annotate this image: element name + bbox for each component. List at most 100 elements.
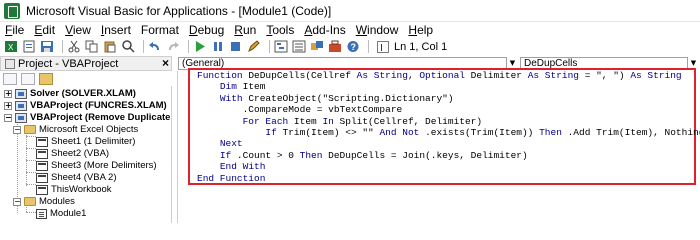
tree-node-label: Module1 xyxy=(50,208,87,219)
design-mode-icon[interactable] xyxy=(247,40,261,53)
tree-node[interactable]: Sheet3 (More Delimiters) xyxy=(36,160,157,171)
tree-node[interactable]: Module1 xyxy=(36,208,86,219)
tree-guide xyxy=(26,160,36,161)
tree-node[interactable]: Sheet2 (VBA) xyxy=(36,148,109,159)
tree-guide xyxy=(26,148,36,149)
code-line: Dim Item xyxy=(197,81,697,92)
break-icon[interactable] xyxy=(211,40,225,53)
tree-node-label: Modules xyxy=(39,196,75,207)
project-tree: + Solver (SOLVER.XLAM) + VBAProject (FUNCRE… xyxy=(0,86,172,223)
code-token: .Add Trim(Item), Nothing xyxy=(567,126,700,138)
menu-accelerator: W xyxy=(355,23,368,37)
menu-item-window[interactable]: Window xyxy=(351,23,404,37)
properties-icon[interactable] xyxy=(292,40,306,53)
tree-node[interactable]: Sheet1 (1 Delimiter) xyxy=(36,136,135,147)
menu-label: elp xyxy=(417,23,434,37)
code-keyword: As String xyxy=(356,70,408,81)
project-explorer-title: Project - VBAProject xyxy=(18,57,119,70)
menu-item-insert[interactable]: Insert xyxy=(96,23,136,37)
folder-icon xyxy=(24,125,36,134)
menu-item-file[interactable]: File xyxy=(0,23,29,37)
tree-node[interactable]: − Microsoft Excel Objects xyxy=(13,124,138,135)
sheet-icon xyxy=(36,148,48,159)
code-line: With CreateObject("Scripting.Dictionary"… xyxy=(197,93,697,104)
menu-item-help[interactable]: Help xyxy=(403,23,438,37)
tree-node[interactable]: − VBAProject (Remove Duplicate.xlsm) xyxy=(4,112,171,123)
code-keyword: As String xyxy=(630,70,682,81)
tree-node[interactable]: − Modules xyxy=(13,196,75,207)
menu-label: ile xyxy=(12,23,25,37)
code-line: For Each Item In Split(Cellref, Delimite… xyxy=(197,116,697,127)
collapse-icon[interactable]: − xyxy=(13,197,21,206)
menu-label: dit xyxy=(42,23,56,37)
project-explorer-icon[interactable] xyxy=(274,40,288,53)
project-window-icon xyxy=(5,58,15,69)
menu-label: indow xyxy=(367,23,399,37)
close-project-explorer-button[interactable]: × xyxy=(162,56,172,71)
code-keyword: If xyxy=(219,149,237,161)
workbook-icon xyxy=(36,184,48,195)
save-icon[interactable] xyxy=(40,40,54,53)
menu-item-add-ins[interactable]: Add-Ins xyxy=(299,23,350,37)
code-line: Function DeDupCells(Cellref As String, O… xyxy=(197,70,697,81)
menu-accelerator: R xyxy=(234,23,243,37)
menu-item-debug[interactable]: Debug xyxy=(184,23,229,37)
tree-guide xyxy=(26,212,36,213)
menu-label: Format xyxy=(140,23,179,37)
find-icon[interactable] xyxy=(121,40,135,53)
redo-icon[interactable] xyxy=(166,40,180,53)
menu-label: dd-Ins xyxy=(312,23,346,37)
menu-item-edit[interactable]: Edit xyxy=(29,23,60,37)
paste-icon[interactable] xyxy=(103,40,117,53)
sheet-icon xyxy=(36,136,48,147)
tree-node[interactable]: + Solver (SOLVER.XLAM) xyxy=(4,88,136,99)
view-code-icon[interactable] xyxy=(3,73,17,85)
menu-item-run[interactable]: Run xyxy=(229,23,261,37)
code-token: Item xyxy=(242,81,266,93)
menu-item-view[interactable]: View xyxy=(60,23,96,37)
insert-module-icon[interactable] xyxy=(22,40,36,53)
tree-node[interactable]: ThisWorkbook xyxy=(36,184,112,195)
collapse-icon[interactable]: − xyxy=(13,125,21,134)
object-browser-icon[interactable] xyxy=(310,40,324,53)
expand-icon[interactable]: + xyxy=(4,101,12,110)
expand-icon[interactable]: + xyxy=(4,89,12,98)
tree-node-label: ThisWorkbook xyxy=(51,184,112,195)
toolbox-icon[interactable] xyxy=(328,40,342,53)
code-token: = ", ") xyxy=(579,70,631,81)
tree-node-label: VBAProject (FUNCRES.XLAM) xyxy=(30,100,167,111)
menu-item-format[interactable]: Format xyxy=(136,23,184,37)
code-keyword: If xyxy=(265,126,283,138)
svg-text:?: ? xyxy=(351,42,357,52)
code-keyword: Then xyxy=(539,126,568,138)
vbproject-icon xyxy=(15,88,27,99)
collapse-icon[interactable]: − xyxy=(4,113,12,122)
code-text[interactable]: Function DeDupCells(Cellref As String, O… xyxy=(197,70,700,184)
tree-guide xyxy=(26,172,36,173)
toggle-folders-icon[interactable] xyxy=(39,73,53,85)
copy-icon[interactable] xyxy=(85,40,99,53)
undo-icon[interactable] xyxy=(148,40,162,53)
sheet-icon xyxy=(36,172,48,183)
sheet-icon xyxy=(36,160,48,171)
title-bar: Microsoft Visual Basic for Applications … xyxy=(0,0,700,22)
run-icon[interactable] xyxy=(193,40,207,53)
code-token: DeDupCells = Join(.keys, Delimiter) xyxy=(328,149,528,161)
tree-node[interactable]: + VBAProject (FUNCRES.XLAM) xyxy=(4,100,167,111)
reset-icon[interactable] xyxy=(229,40,243,53)
code-token: Delimiter xyxy=(470,70,528,81)
code-line: Next xyxy=(197,138,697,149)
view-object-icon[interactable] xyxy=(21,73,35,85)
code-keyword: As String xyxy=(527,70,579,81)
help-icon[interactable]: ? xyxy=(346,40,360,53)
code-line: If .Count > 0 Then DeDupCells = Join(.ke… xyxy=(197,150,697,161)
cut-icon[interactable] xyxy=(67,40,81,53)
tree-node-label: Sheet2 (VBA) xyxy=(51,148,110,159)
excel-view-icon[interactable]: X xyxy=(4,40,18,53)
tree-node[interactable]: Sheet4 (VBA 2) xyxy=(36,172,116,183)
tree-guide xyxy=(26,131,27,186)
cursor-position-label: Ln 1, Col 1 xyxy=(394,40,448,53)
menu-item-tools[interactable]: Tools xyxy=(261,23,299,37)
